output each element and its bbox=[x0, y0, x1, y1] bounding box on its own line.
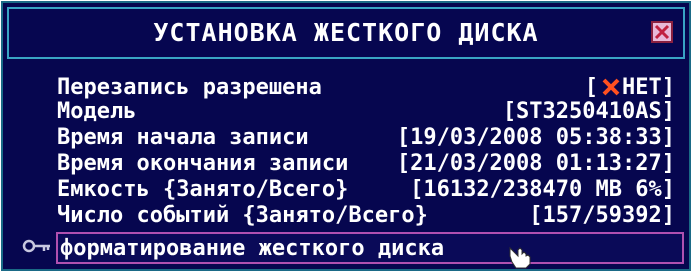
setting-row-capacity: Емкость {Занято/Всего} [16132/238470 MB … bbox=[57, 178, 675, 202]
setting-value: [21/03/2008 01:13:27] bbox=[396, 151, 675, 176]
setting-row-record-end: Время окончания записи [21/03/2008 01:13… bbox=[57, 152, 675, 176]
setting-label: Число событий {Занято/Всего} bbox=[57, 203, 428, 228]
setting-row-record-start: Время начала записи [19/03/2008 05:38:33… bbox=[57, 126, 675, 150]
setting-label: Время начала записи bbox=[57, 125, 309, 150]
setting-label: Перезапись разрешена bbox=[57, 75, 322, 100]
format-hdd-label: форматирование жесткого диска bbox=[60, 236, 445, 261]
setting-row-overwrite[interactable]: Перезапись разрешена [НЕТ] bbox=[57, 76, 675, 100]
setting-value: [16132/238470 MB 6%] bbox=[410, 177, 675, 202]
hand-cursor-icon bbox=[509, 246, 531, 269]
setting-label: Время окончания записи bbox=[57, 151, 349, 176]
window-title: УСТАНОВКА ЖЕСТКОГО ДИСКА bbox=[153, 18, 539, 47]
key-icon bbox=[22, 239, 50, 253]
close-button[interactable] bbox=[651, 21, 673, 43]
format-hdd-button[interactable]: форматирование жесткого диска bbox=[56, 232, 684, 264]
setting-row-model: Модель [ST3250410AS] bbox=[57, 100, 675, 124]
setting-value: [19/03/2008 05:38:33] bbox=[396, 125, 675, 150]
title-bar: УСТАНОВКА ЖЕСТКОГО ДИСКА bbox=[7, 7, 685, 59]
overwrite-toggle[interactable]: [НЕТ] bbox=[585, 76, 675, 100]
setting-value: [ST3250410AS] bbox=[502, 99, 675, 124]
setting-label: Емкость {Занято/Всего} bbox=[57, 177, 349, 202]
setting-row-events: Число событий {Занято/Всего} [157/59392] bbox=[57, 204, 675, 228]
setting-value: [157/59392] bbox=[529, 203, 675, 228]
x-icon bbox=[602, 78, 620, 96]
setting-label: Модель bbox=[57, 99, 137, 124]
close-x-icon bbox=[654, 24, 670, 40]
